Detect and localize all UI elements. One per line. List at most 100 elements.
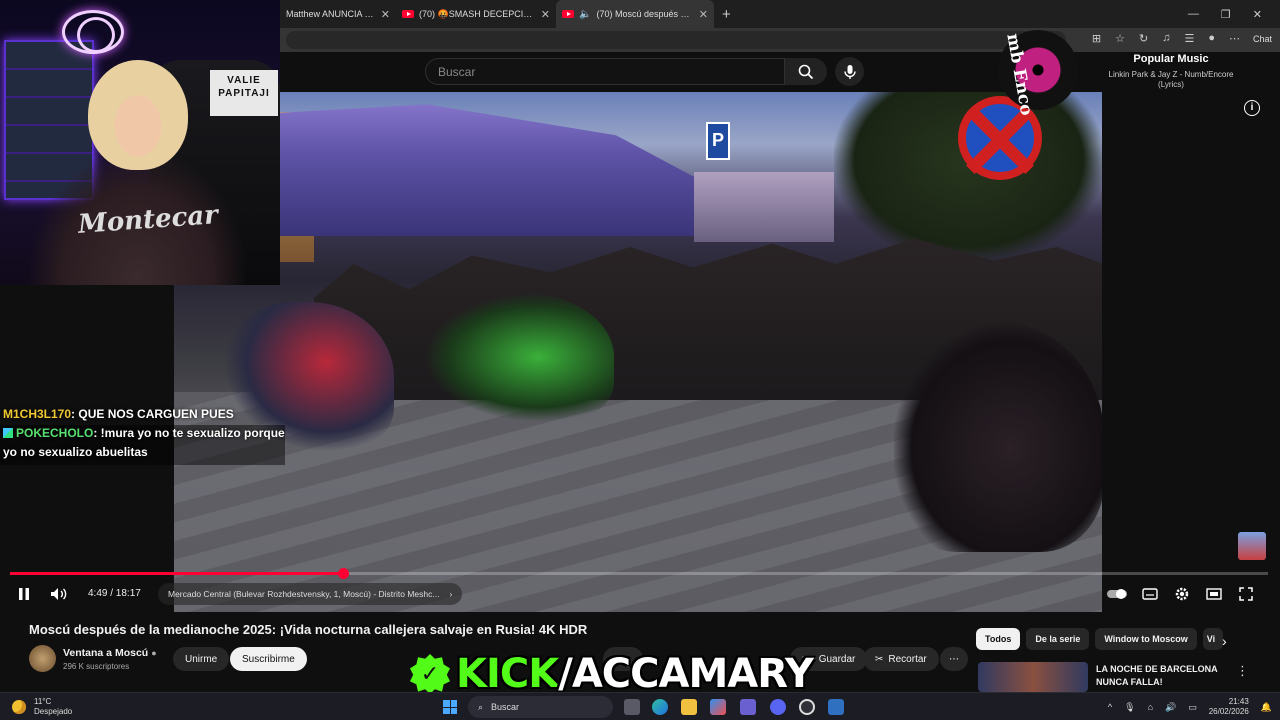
start-button[interactable] [443, 700, 457, 714]
gear-icon [1175, 587, 1189, 601]
tab-smash[interactable]: (70) 🤬SMASH DECEPCIONADO A ✕ [396, 0, 556, 28]
webcam-overlay: VALIE PAPITAJI Montecar [0, 0, 280, 285]
minimize-icon[interactable]: — [1188, 8, 1199, 20]
tab-moscu[interactable]: 🔈 (70) Moscú después de la me ✕ [556, 0, 714, 28]
profile-icon[interactable]: ● [1208, 32, 1215, 45]
chip-de-la-serie[interactable]: De la serie [1026, 628, 1090, 650]
settings-app-icon[interactable] [828, 699, 844, 715]
discord-icon[interactable] [770, 699, 786, 715]
chevron-up-icon[interactable]: ^ [1108, 702, 1112, 712]
maximize-icon[interactable]: ❐ [1221, 8, 1231, 21]
dark-motorcycle [894, 322, 1102, 552]
now-playing-song: Linkin Park & Jay Z - Numb/Encore (Lyric… [1108, 70, 1234, 89]
pause-button[interactable] [14, 584, 34, 604]
chat-username: M1CH3L170 [3, 407, 72, 421]
window-controls: — ❐ ✕ [1188, 0, 1280, 28]
microphone-icon[interactable]: 🎙 [1124, 702, 1135, 713]
chapter-button[interactable]: Mercado Central (Bulevar Rozhdestvensky,… [158, 583, 463, 605]
channel-name[interactable]: Ventana a Moscú ● [63, 647, 157, 659]
progress-bar[interactable] [10, 568, 1268, 579]
close-tab-icon[interactable]: ✕ [381, 8, 390, 21]
green-motorcycle [424, 292, 614, 422]
bookmarks-icon[interactable]: ☰ [1184, 32, 1194, 45]
edge-icon[interactable] [652, 699, 668, 715]
recommended-menu-icon[interactable]: ⋮ [1236, 663, 1249, 679]
chat-message: M1CH3L170: QUE NOS CARGUEN PUES [3, 405, 285, 424]
task-view-icon[interactable] [624, 699, 640, 715]
screen: Matthew ANUNCIA su RET ✕ (70) 🤬SMASH DEC… [0, 0, 1280, 720]
channel-name-text: Ventana a Moscú [63, 647, 149, 659]
apps-icon[interactable]: ⊞ [1092, 32, 1101, 45]
close-window-icon[interactable]: ✕ [1253, 8, 1262, 21]
close-tab-icon[interactable]: ✕ [699, 8, 708, 21]
chevron-right-icon: › [449, 589, 453, 599]
subscribe-button[interactable]: Suscribirme [230, 647, 307, 671]
voice-search-button[interactable] [835, 57, 864, 86]
theater-mode-button[interactable] [1205, 584, 1223, 604]
battery-icon[interactable]: ▭ [1188, 702, 1197, 713]
recommended-title[interactable]: LA NOCHE DE BARCELONA NUNCA FALLA! [1096, 663, 1226, 689]
copilot-chat-button[interactable]: Chat [1253, 34, 1272, 44]
search-icon: ⌕ [478, 701, 484, 712]
network-icon[interactable]: ⌂ [1148, 702, 1153, 712]
taskbar-search[interactable]: ⌕ Buscar [468, 696, 613, 718]
join-button[interactable]: Unirme [173, 647, 230, 671]
popular-music-title: Popular Music [1133, 53, 1209, 65]
chip-truncated[interactable]: Vi [1202, 628, 1223, 650]
video-title: Moscú después de la medianoche 2025: ¡Vi… [29, 622, 588, 637]
fullscreen-button[interactable] [1237, 584, 1255, 604]
scrubber-handle[interactable] [338, 568, 350, 579]
distant-building [694, 172, 834, 242]
search-input[interactable]: Buscar [425, 58, 785, 85]
channel-watermark[interactable] [1238, 532, 1266, 560]
info-icon[interactable]: i [1244, 100, 1260, 116]
kick-brand: KICK [456, 651, 559, 697]
weather-widget[interactable]: 11°C Despejado [12, 697, 72, 717]
save-label: Guardar [818, 653, 856, 665]
chapter-title: Mercado Central (Bulevar Rozhdestvensky,… [168, 589, 440, 599]
fullscreen-icon [1239, 587, 1253, 601]
settings-button[interactable] [1173, 584, 1191, 604]
new-tab-button[interactable]: + [714, 6, 739, 23]
more-actions-button[interactable]: ⋯ [940, 647, 968, 671]
volume-icon[interactable]: 🔊 [1165, 702, 1176, 713]
parking-sign: P [706, 122, 730, 160]
obs-icon[interactable] [799, 699, 815, 715]
filter-chips: Todos De la serie Window to Moscow Vi [976, 628, 1223, 650]
video-player[interactable]: P [174, 92, 1102, 612]
browser-tab-strip: Matthew ANUNCIA su RET ✕ (70) 🤬SMASH DEC… [280, 0, 1280, 28]
chevron-right-icon[interactable]: › [1222, 633, 1227, 649]
subtitles-button[interactable] [1141, 584, 1159, 604]
file-explorer-icon[interactable] [681, 699, 697, 715]
chip-todos[interactable]: Todos [976, 628, 1021, 650]
volume-button[interactable] [48, 584, 70, 604]
chip-window-to-moscow[interactable]: Window to Moscow [1095, 628, 1197, 650]
chat-message: POKECHOLO: !mura yo no te sexualizo porq… [3, 424, 285, 462]
menu-dots-icon[interactable]: ⋯ [1229, 32, 1240, 45]
notifications-icon[interactable]: 🔔 [1261, 702, 1272, 713]
favorite-star-icon[interactable]: ☆ [1115, 32, 1125, 45]
kick-branding: ✓ KICK/ACCAMARY [410, 651, 814, 697]
player-controls: 4:49 / 18:17 Mercado Central (Bulevar Ro… [0, 580, 1280, 608]
autoplay-toggle[interactable] [1106, 584, 1128, 604]
subscriber-count: 296 K suscriptores [63, 662, 130, 671]
subtitles-icon [1142, 588, 1158, 600]
youtube-favicon-icon [562, 10, 574, 18]
teams-icon[interactable] [740, 699, 756, 715]
search-button[interactable] [785, 58, 827, 85]
weather-condition: Despejado [34, 707, 73, 716]
youtube-favicon-icon [402, 10, 414, 18]
store-icon[interactable] [710, 699, 726, 715]
toggle-icon [1107, 589, 1127, 599]
chat-username: POKECHOLO [16, 426, 94, 440]
music-icon[interactable]: ♫ [1162, 32, 1170, 45]
tab-matthew[interactable]: Matthew ANUNCIA su RET ✕ [280, 0, 396, 28]
clip-label: Recortar [888, 653, 927, 665]
refresh-icon[interactable]: ↻ [1139, 32, 1148, 45]
clip-button[interactable]: ✂ Recortar [863, 647, 939, 671]
clock[interactable]: 21:43 26/02/2026 [1209, 697, 1249, 717]
close-tab-icon[interactable]: ✕ [541, 8, 550, 21]
recommended-thumbnail[interactable] [978, 662, 1088, 692]
channel-avatar[interactable] [29, 645, 56, 672]
address-bar[interactable] [286, 31, 1066, 49]
